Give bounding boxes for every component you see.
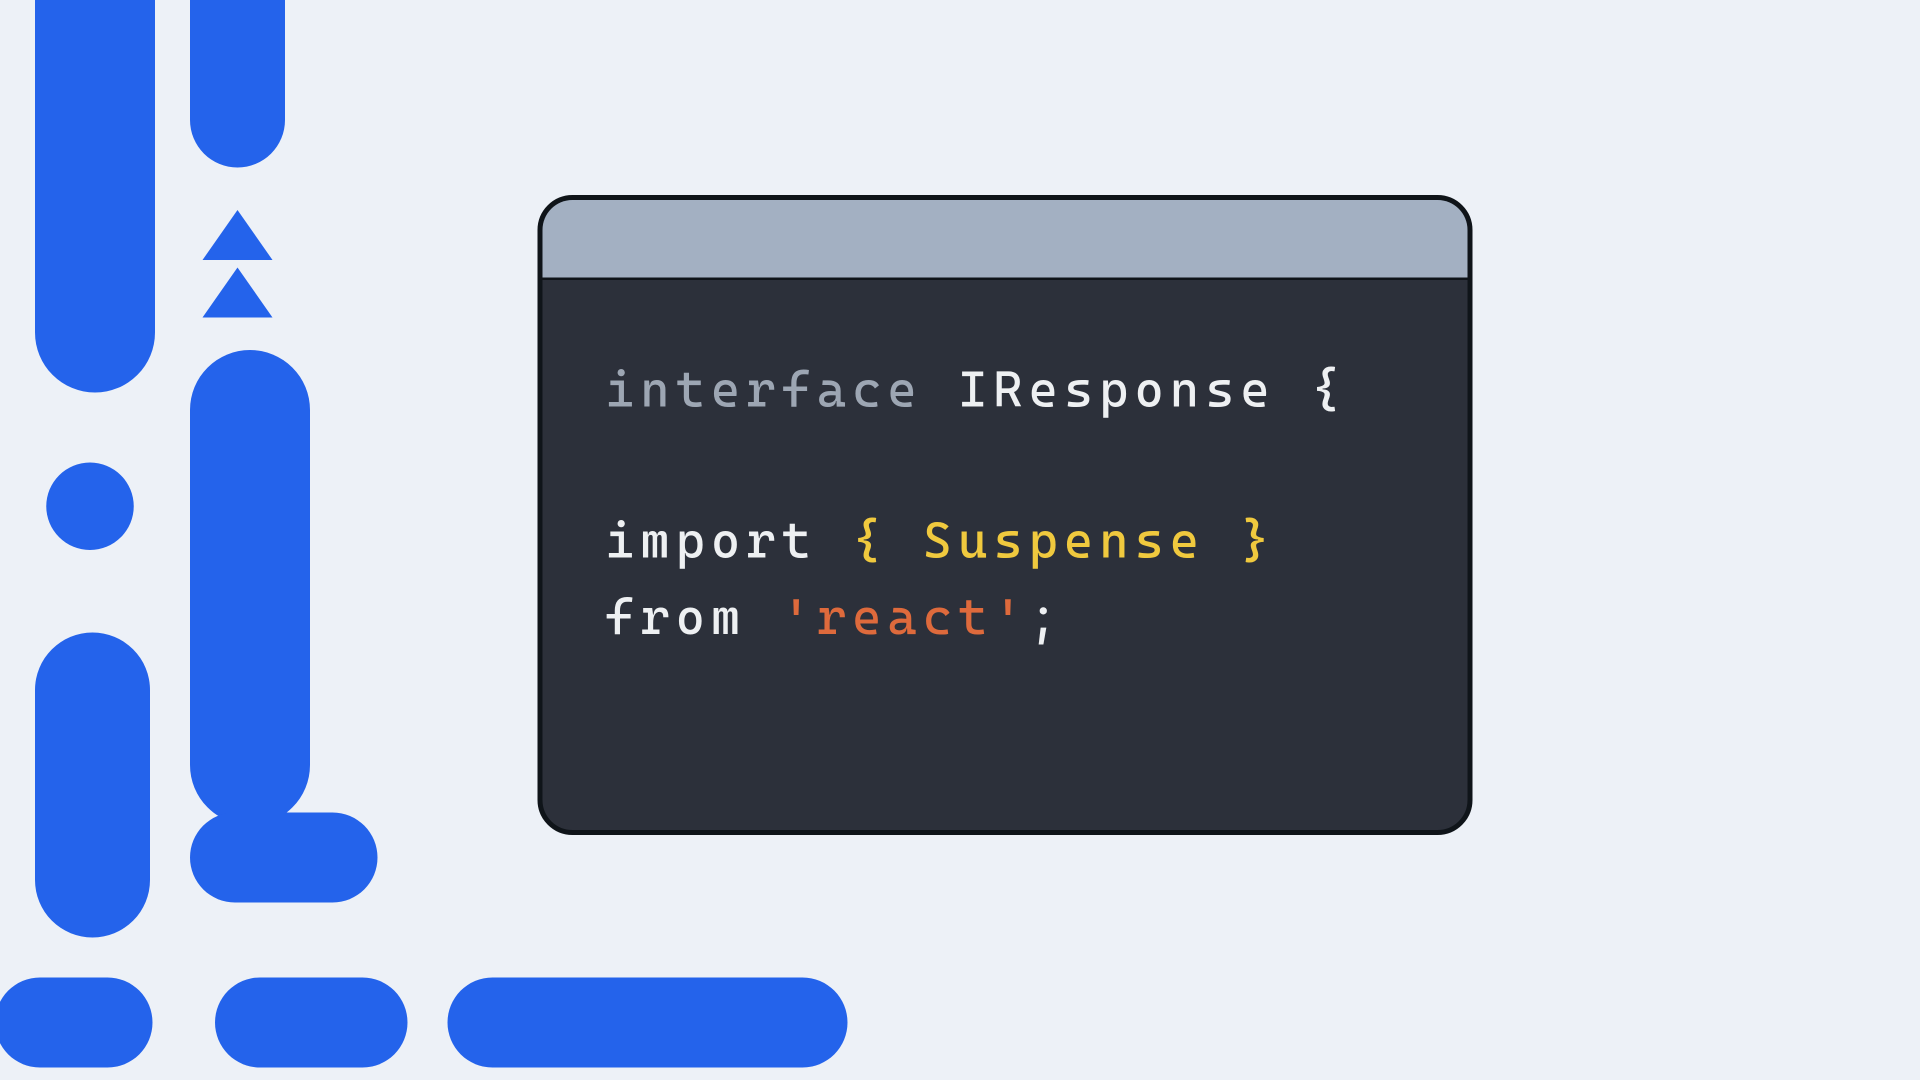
window-titlebar (543, 200, 1468, 280)
code-blank-line (605, 428, 1405, 503)
token-brace-close: } (1240, 512, 1275, 570)
decor-double-triangle-icon (203, 210, 273, 325)
decor-pill-vertical-2 (190, 0, 285, 168)
token-brace: { (1311, 361, 1346, 419)
decor-pill-vertical-1 (35, 0, 155, 393)
code-editor-window: interface IResponse { import { Suspense … (538, 195, 1473, 835)
token-keyword: from (605, 588, 746, 646)
token-name: Suspense (923, 512, 1205, 570)
decor-pill-vertical-4 (35, 633, 150, 938)
token-identifier: IResponse (958, 361, 1276, 419)
code-line-1: interface IResponse { (605, 353, 1405, 429)
decor-pill-horizontal-2 (190, 813, 378, 903)
code-line-4: from 'react'; (605, 579, 1405, 655)
token-string: 'react' (782, 588, 1029, 646)
decor-pill-horizontal-3 (215, 978, 408, 1068)
token-semicolon: ; (1029, 588, 1064, 646)
decor-pill-vertical-3 (190, 350, 310, 825)
illustration-canvas: interface IResponse { import { Suspense … (0, 0, 1920, 1020)
code-body: interface IResponse { import { Suspense … (543, 280, 1468, 728)
decor-pill-horizontal-4 (448, 978, 848, 1068)
decor-pill-horizontal-1 (0, 978, 153, 1068)
token-keyword: interface (605, 361, 923, 419)
decor-circle (46, 463, 134, 551)
token-keyword: import (605, 512, 817, 570)
code-line-3: import { Suspense } (605, 503, 1405, 579)
token-brace-open: { (852, 512, 887, 570)
